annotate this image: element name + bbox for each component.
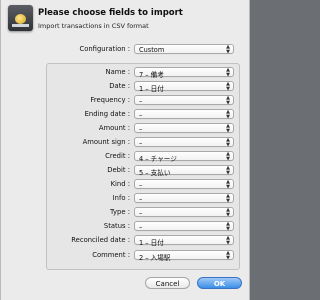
field-label-info: Info : [112,194,130,202]
field-label-reconciled-date: Reconciled date : [71,236,130,244]
field-row-frequency: Frequency : – ▲ ▼ [1,95,251,106]
field-value-name: 7 – 備考 [139,70,164,79]
icon-base-shape [12,24,29,27]
field-label-ending-date: Ending date : [84,110,130,118]
label-wrap: Reconciled date : [41,235,130,246]
field-value-status: – [139,222,143,231]
field-row-kind: Kind : – ▲ ▼ [1,179,251,190]
up-down-chevron-icon: ▲ ▼ [226,95,230,106]
field-value-kind: – [139,180,143,189]
label-wrap: Type : [41,207,130,218]
field-row-debit: Debit : 5 – 支払い ▲ ▼ [1,165,251,177]
up-down-chevron-icon: ▲ ▼ [226,44,230,55]
field-value-ending-date: – [139,110,143,119]
label-wrap: Info : [41,193,130,204]
label-wrap: Amount : [41,123,130,134]
field-row-status: Status : – ▲ ▼ [1,221,251,232]
field-row-type: Type : – ▲ ▼ [1,207,251,218]
field-row-comment: Comment : 2 – 入場駅 ▲ ▼ [1,250,251,262]
up-down-chevron-icon: ▲ ▼ [226,137,230,148]
field-value-amount: – [139,124,143,133]
up-down-chevron-icon: ▲ ▼ [226,151,230,162]
label-wrap: Kind : [41,179,130,190]
up-down-chevron-icon: ▲ ▼ [226,235,230,246]
field-label-amount: Amount : [98,124,130,132]
field-select-kind[interactable]: – ▲ ▼ [134,179,234,189]
field-row-date: Date : 1 – 日付 ▲ ▼ [1,81,251,93]
field-select-debit[interactable]: 5 – 支払い ▲ ▼ [134,165,234,177]
label-wrap: Name : [41,67,130,78]
field-select-frequency[interactable]: – ▲ ▼ [134,95,234,105]
field-label-credit: Credit : [105,152,130,160]
field-value-credit: 4 – チャージ [139,154,177,163]
field-value-type: – [139,208,143,217]
field-label-name: Name : [105,68,130,76]
field-select-date[interactable]: 1 – 日付 ▲ ▼ [134,81,234,93]
field-row-reconciled-date: Reconciled date : 1 – 日付 ▲ ▼ [1,235,251,247]
dialog-subtitle: Import transactions in CSV format [38,22,149,30]
configuration-label: Configuration : [79,45,130,53]
field-value-amount-sign: – [139,138,143,147]
up-down-chevron-icon: ▲ ▼ [226,67,230,78]
field-row-ending-date: Ending date : – ▲ ▼ [1,109,251,120]
label-wrap: Amount sign : [41,137,130,148]
field-value-frequency: – [139,96,143,105]
field-select-info[interactable]: – ▲ ▼ [134,193,234,203]
import-fields-dialog: Please choose fields to import Import tr… [0,0,250,300]
field-select-amount-sign[interactable]: – ▲ ▼ [134,137,234,147]
field-row-credit: Credit : 4 – チャージ ▲ ▼ [1,151,251,163]
field-select-name[interactable]: 7 – 備考 ▲ ▼ [134,67,234,79]
field-select-comment[interactable]: 2 – 入場駅 ▲ ▼ [134,250,234,262]
configuration-select[interactable]: Custom ▲ ▼ [134,44,234,54]
field-value-info: – [139,194,143,203]
field-select-ending-date[interactable]: – ▲ ▼ [134,109,234,119]
field-row-amount: Amount : – ▲ ▼ [1,123,251,134]
field-select-type[interactable]: – ▲ ▼ [134,207,234,217]
label-wrap: Debit : [41,165,130,176]
field-select-amount[interactable]: – ▲ ▼ [134,123,234,133]
label-wrap: Credit : [41,151,130,162]
field-label-kind: Kind : [110,180,130,188]
field-label-status: Status : [103,222,130,230]
field-value-debit: 5 – 支払い [139,168,171,177]
field-label-frequency: Frequency : [90,96,130,104]
label-wrap: Ending date : [41,109,130,120]
field-row-amount-sign: Amount sign : – ▲ ▼ [1,137,251,148]
field-value-date: 1 – 日付 [139,84,164,93]
label-wrap: Frequency : [41,95,130,106]
field-select-credit[interactable]: 4 – チャージ ▲ ▼ [134,151,234,163]
field-label-comment: Comment : [92,251,130,259]
up-down-chevron-icon: ▲ ▼ [226,123,230,134]
label-wrap: Status : [41,221,130,232]
field-row-info: Info : – ▲ ▼ [1,193,251,204]
up-down-chevron-icon: ▲ ▼ [226,193,230,204]
up-down-chevron-icon: ▲ ▼ [226,207,230,218]
configuration-value: Custom [139,45,165,54]
up-down-chevron-icon: ▲ ▼ [226,179,230,190]
field-label-amount-sign: Amount sign : [82,138,130,146]
configuration-label-wrap: Configuration : [51,44,130,55]
configuration-row: Configuration : Custom ▲ ▼ [1,44,251,55]
field-label-debit: Debit : [107,166,130,174]
field-value-reconciled-date: 1 – 日付 [139,238,164,247]
label-wrap: Comment : [41,250,130,261]
cancel-button[interactable]: Cancel [145,277,190,289]
field-label-date: Date : [109,82,130,90]
up-down-chevron-icon: ▲ ▼ [226,250,230,261]
ok-button[interactable]: OK [197,277,242,289]
up-down-chevron-icon: ▲ ▼ [226,221,230,232]
dialog-title: Please choose fields to import [38,8,183,18]
coin-shape [15,14,26,24]
up-down-chevron-icon: ▲ ▼ [226,165,230,176]
wallet-app-icon [8,5,33,31]
field-select-reconciled-date[interactable]: 1 – 日付 ▲ ▼ [134,235,234,247]
field-select-status[interactable]: – ▲ ▼ [134,221,234,231]
label-wrap: Date : [41,81,130,92]
up-down-chevron-icon: ▲ ▼ [226,81,230,92]
field-label-type: Type : [109,208,130,216]
field-row-name: Name : 7 – 備考 ▲ ▼ [1,67,251,79]
field-value-comment: 2 – 入場駅 [139,253,171,262]
up-down-chevron-icon: ▲ ▼ [226,109,230,120]
